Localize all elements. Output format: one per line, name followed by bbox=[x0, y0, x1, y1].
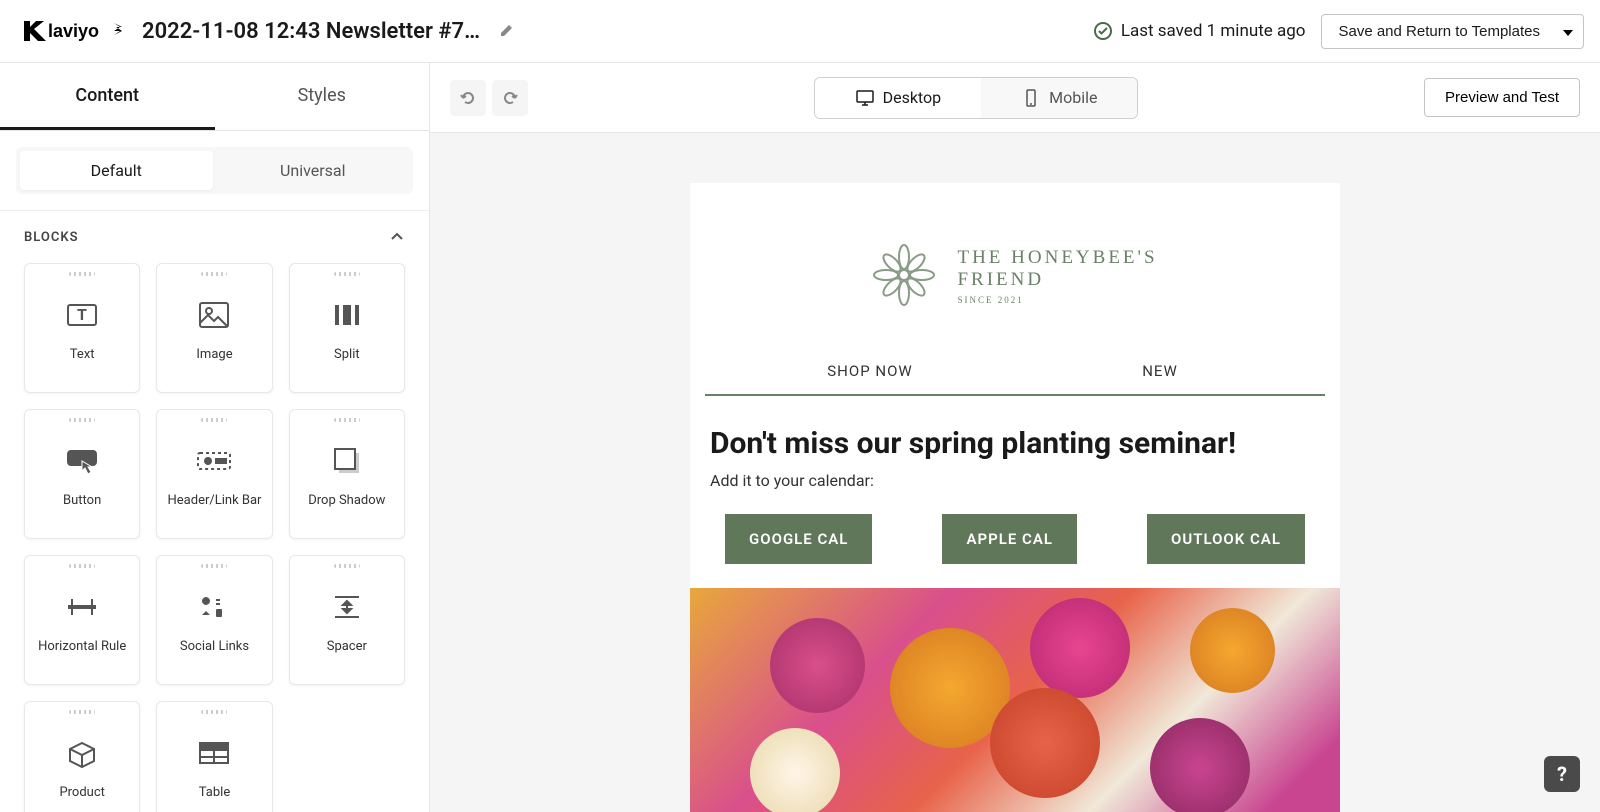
save-return-button[interactable]: Save and Return to Templates bbox=[1321, 14, 1557, 49]
svg-text:laviyo: laviyo bbox=[48, 21, 99, 41]
block-image[interactable]: Image bbox=[156, 263, 272, 393]
email-subtext: Add it to your calendar: bbox=[690, 471, 1340, 514]
block-text[interactable]: T Text bbox=[24, 263, 140, 393]
brand-since: SINCE 2021 bbox=[957, 295, 1157, 305]
save-status: Last saved 1 minute ago bbox=[1093, 21, 1306, 41]
email-heading: Don't miss our spring planting seminar! bbox=[690, 396, 1340, 471]
block-label: Drop Shadow bbox=[308, 493, 385, 508]
brand-line1: THE HONEYBEE'S bbox=[957, 247, 1157, 269]
split-icon bbox=[327, 295, 367, 335]
undo-redo-group bbox=[450, 80, 528, 116]
canvas-area: Desktop Mobile Preview and Test bbox=[430, 63, 1600, 812]
block-label: Header/Link Bar bbox=[168, 493, 262, 508]
canvas-content[interactable]: THE HONEYBEE'S FRIEND SINCE 2021 SHOP NO… bbox=[430, 133, 1600, 812]
save-status-text: Last saved 1 minute ago bbox=[1121, 21, 1306, 41]
subtab-universal[interactable]: Universal bbox=[217, 151, 410, 190]
top-bar: laviyo 2022-11-08 12:43 Newsletter #7 (S… bbox=[0, 0, 1600, 63]
block-header-link-bar[interactable]: Header/Link Bar bbox=[156, 409, 272, 539]
block-split[interactable]: Split bbox=[289, 263, 405, 393]
sidebar-tabs: Content Styles bbox=[0, 63, 429, 131]
tab-content[interactable]: Content bbox=[0, 63, 215, 130]
image-icon bbox=[194, 295, 234, 335]
block-label: Product bbox=[59, 785, 104, 800]
product-icon bbox=[62, 733, 102, 773]
flower-icon bbox=[872, 243, 937, 308]
svg-text:T: T bbox=[77, 305, 87, 324]
block-product[interactable]: Product bbox=[24, 701, 140, 812]
blocks-section-title: BLOCKS bbox=[24, 230, 79, 245]
main-area: Content Styles Default Universal BLOCKS … bbox=[0, 63, 1600, 812]
email-brand-logo: THE HONEYBEE'S FRIEND SINCE 2021 bbox=[690, 183, 1340, 348]
text-icon: T bbox=[62, 295, 102, 335]
desktop-icon bbox=[855, 88, 875, 108]
block-table[interactable]: Table bbox=[156, 701, 272, 812]
chevron-up-icon bbox=[389, 229, 405, 245]
edit-icon[interactable] bbox=[498, 23, 514, 39]
calendar-buttons: GOOGLE CAL APPLE CAL OUTLOOK CAL bbox=[690, 514, 1340, 588]
preview-test-button[interactable]: Preview and Test bbox=[1424, 78, 1580, 117]
desktop-label: Desktop bbox=[883, 88, 942, 107]
block-spacer[interactable]: Spacer bbox=[289, 555, 405, 685]
view-toggle: Desktop Mobile bbox=[814, 77, 1139, 119]
block-button[interactable]: Button bbox=[24, 409, 140, 539]
block-label: Social Links bbox=[180, 639, 249, 654]
email-nav: SHOP NOW NEW bbox=[705, 348, 1325, 396]
blocks-grid: T Text Image Split Button bbox=[0, 263, 429, 812]
button-icon bbox=[62, 441, 102, 481]
drop-shadow-icon bbox=[327, 441, 367, 481]
nav-shop-now[interactable]: SHOP NOW bbox=[725, 348, 1015, 394]
tab-styles[interactable]: Styles bbox=[215, 63, 430, 130]
block-label: Horizontal Rule bbox=[38, 639, 126, 654]
social-links-icon bbox=[194, 587, 234, 627]
mobile-label: Mobile bbox=[1049, 88, 1097, 107]
block-label: Split bbox=[334, 347, 360, 362]
block-label: Spacer bbox=[327, 639, 367, 654]
block-social-links[interactable]: Social Links bbox=[156, 555, 272, 685]
email-hero-image bbox=[690, 588, 1340, 812]
spacer-icon bbox=[327, 587, 367, 627]
apple-cal-button[interactable]: APPLE CAL bbox=[942, 514, 1076, 564]
save-button-group: Save and Return to Templates bbox=[1321, 14, 1584, 49]
block-horizontal-rule[interactable]: Horizontal Rule bbox=[24, 555, 140, 685]
undo-button[interactable] bbox=[450, 80, 486, 116]
mobile-view-button[interactable]: Mobile bbox=[981, 78, 1137, 118]
blocks-section-header[interactable]: BLOCKS bbox=[0, 210, 429, 263]
block-label: Table bbox=[199, 785, 230, 800]
sub-tabs: Default Universal bbox=[16, 147, 413, 194]
horizontal-rule-icon bbox=[62, 587, 102, 627]
canvas-toolbar: Desktop Mobile Preview and Test bbox=[430, 63, 1600, 133]
email-preview[interactable]: THE HONEYBEE'S FRIEND SINCE 2021 SHOP NO… bbox=[690, 183, 1340, 762]
nav-new[interactable]: NEW bbox=[1015, 348, 1305, 394]
block-label: Image bbox=[196, 347, 232, 362]
table-icon bbox=[194, 733, 234, 773]
brand-line2: FRIEND bbox=[957, 269, 1157, 291]
block-drop-shadow[interactable]: Drop Shadow bbox=[289, 409, 405, 539]
header-link-bar-icon bbox=[194, 441, 234, 481]
google-cal-button[interactable]: GOOGLE CAL bbox=[725, 514, 872, 564]
campaign-title: 2022-11-08 12:43 Newsletter #7 (S... bbox=[142, 19, 482, 44]
klaviyo-logo[interactable]: laviyo bbox=[16, 13, 126, 49]
help-button[interactable]: ? bbox=[1544, 756, 1580, 792]
block-label: Button bbox=[63, 493, 101, 508]
brand-text: THE HONEYBEE'S FRIEND SINCE 2021 bbox=[957, 247, 1157, 305]
outlook-cal-button[interactable]: OUTLOOK CAL bbox=[1147, 514, 1305, 564]
sidebar: Content Styles Default Universal BLOCKS … bbox=[0, 63, 430, 812]
subtab-default[interactable]: Default bbox=[20, 151, 213, 190]
redo-button[interactable] bbox=[492, 80, 528, 116]
check-circle-icon bbox=[1093, 21, 1113, 41]
mobile-icon bbox=[1021, 88, 1041, 108]
block-label: Text bbox=[70, 347, 95, 362]
desktop-view-button[interactable]: Desktop bbox=[815, 78, 982, 118]
save-dropdown-caret[interactable] bbox=[1553, 14, 1584, 49]
